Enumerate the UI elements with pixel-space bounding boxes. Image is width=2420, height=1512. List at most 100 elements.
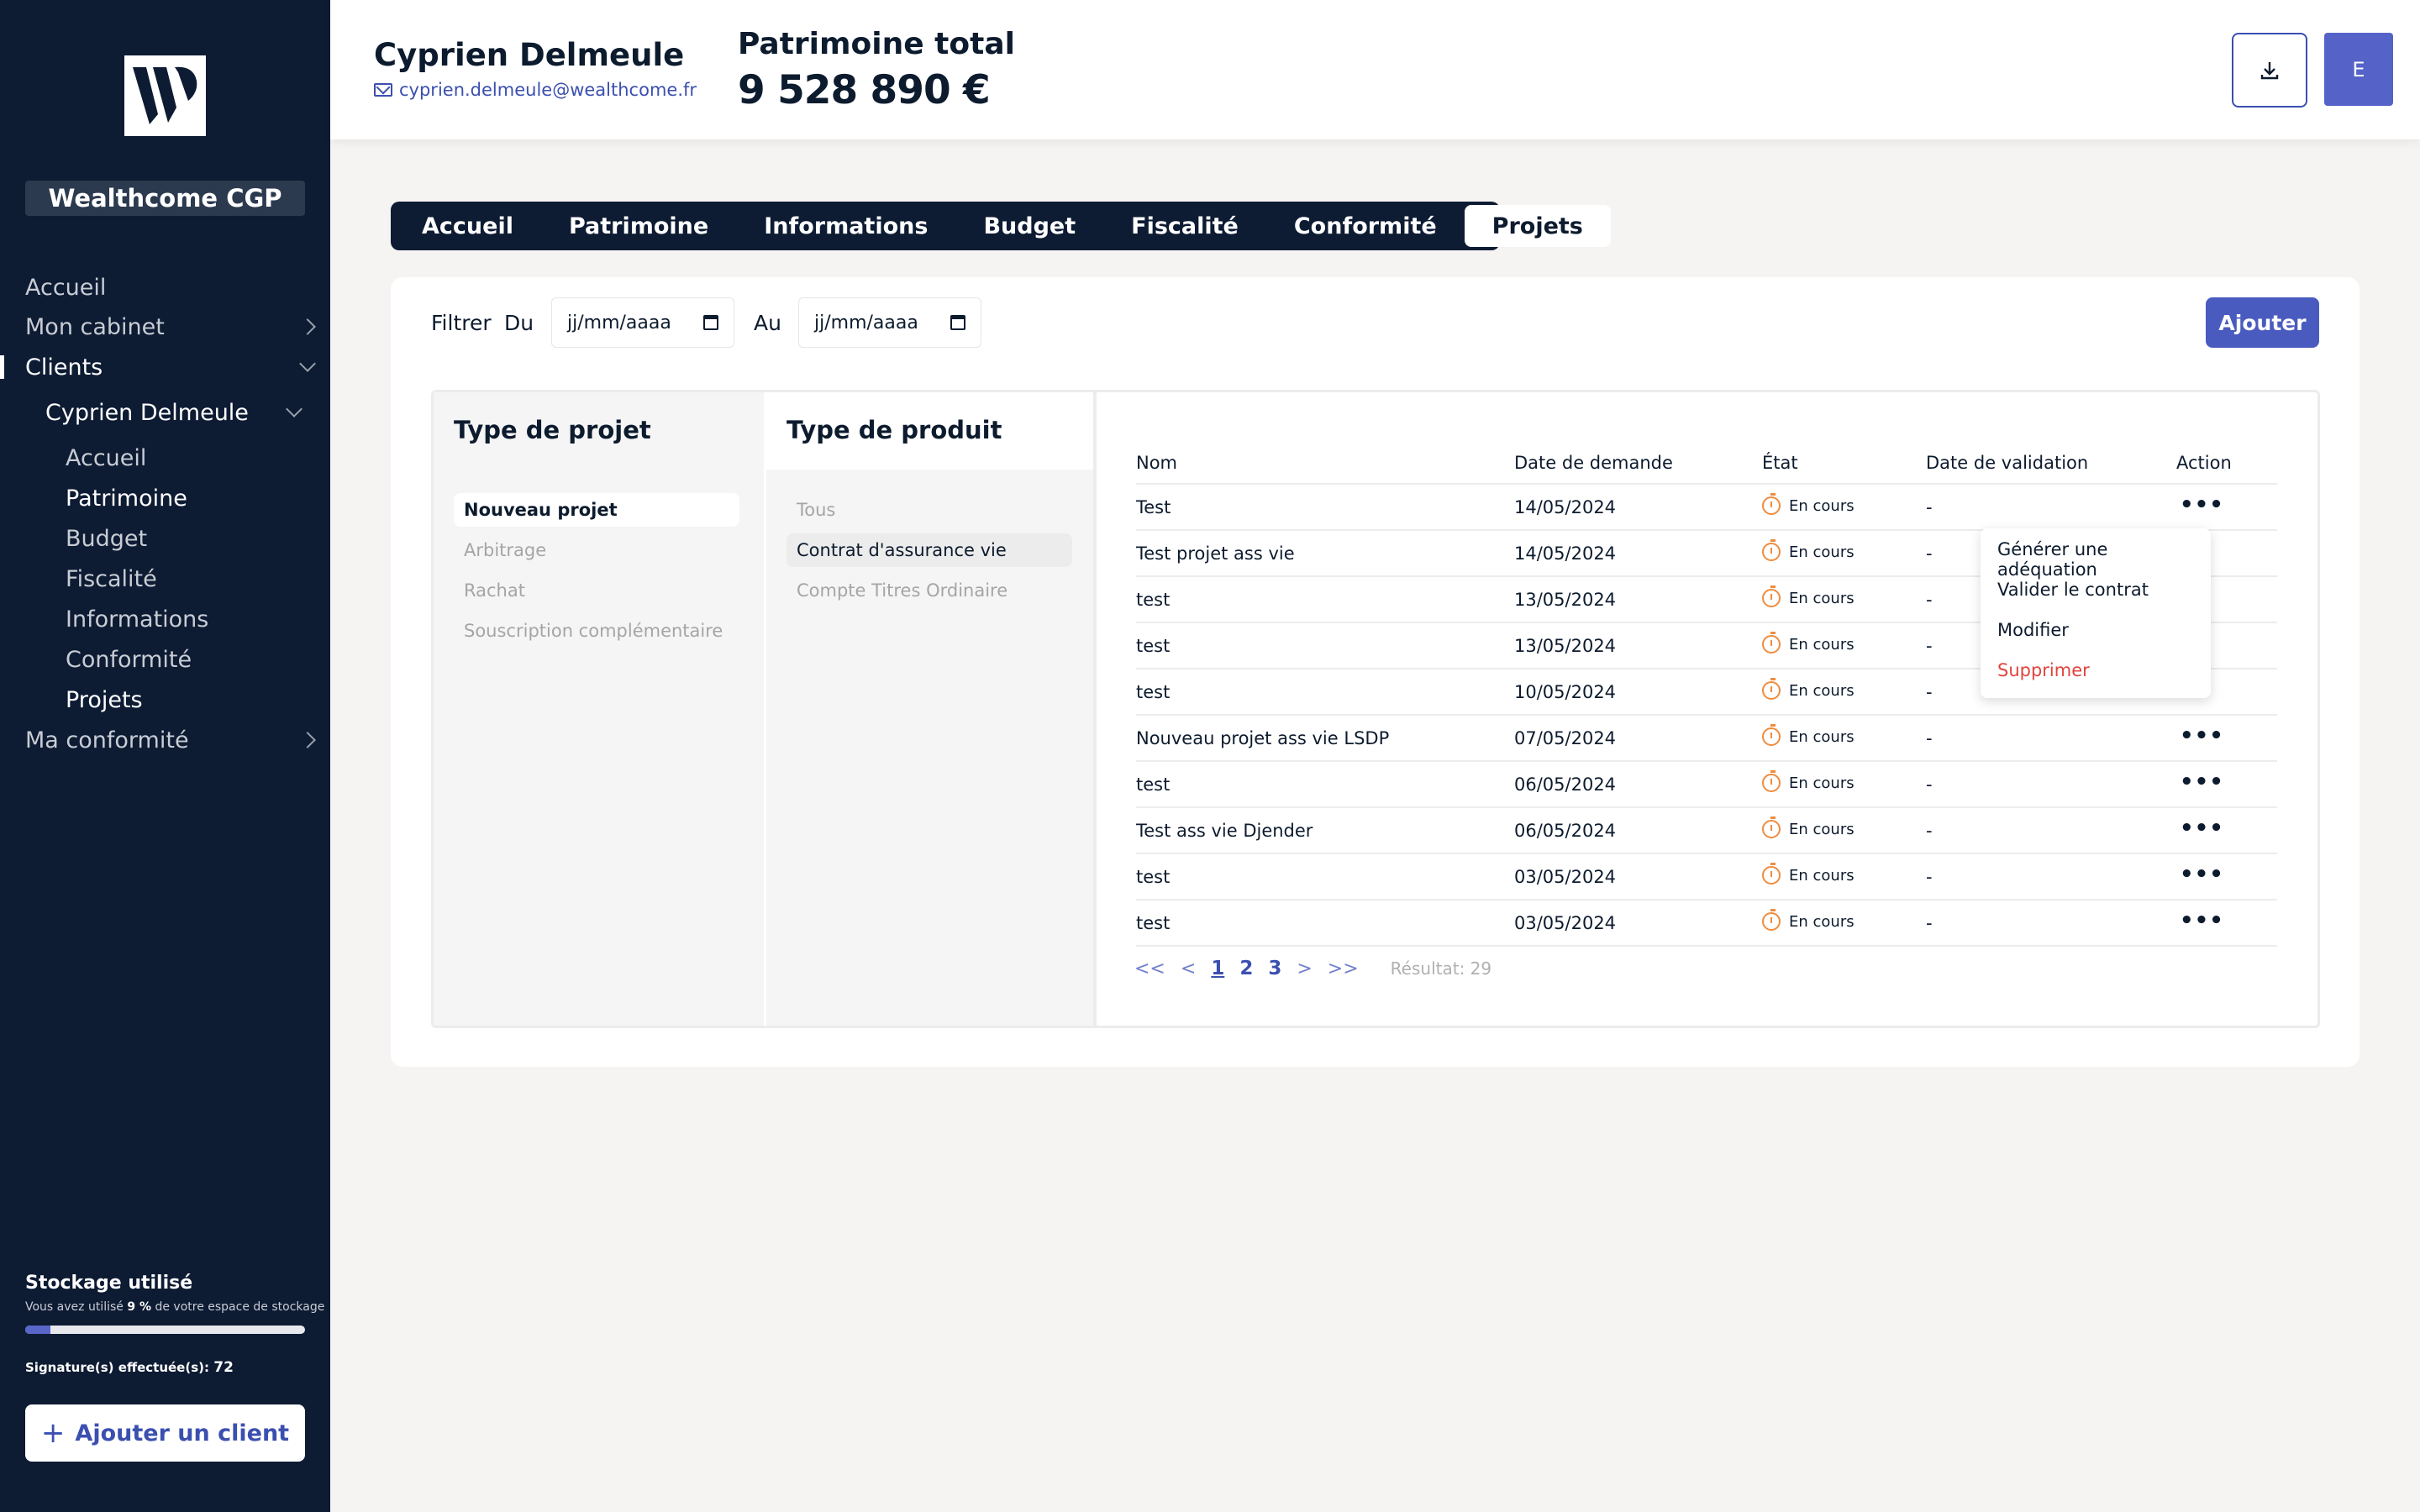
- column-divider: [1093, 392, 1097, 1026]
- project-type-option[interactable]: Arbitrage: [454, 533, 739, 567]
- column-header-date-validation: Date de validation: [1926, 453, 2089, 473]
- cell-etat: En cours: [1762, 678, 1854, 700]
- cell-etat: En cours: [1762, 863, 1854, 885]
- product-type-option[interactable]: Compte Titres Ordinaire: [786, 574, 1072, 607]
- timer-icon: [1762, 909, 1781, 931]
- project-type-option[interactable]: Souscription complémentaire: [454, 614, 739, 648]
- sidebar-subitem-informations[interactable]: Informations: [66, 602, 301, 636]
- menu-item-modifier[interactable]: Modifier: [1997, 620, 2069, 640]
- timer-icon: [1762, 816, 1781, 838]
- calendar-icon[interactable]: [950, 315, 965, 330]
- result-count: Résultat: 29: [1390, 958, 1492, 979]
- tab-fiscalite[interactable]: Fiscalité: [1103, 205, 1266, 247]
- sidebar-subitem-budget[interactable]: Budget: [66, 522, 301, 555]
- row-action-menu: Générer une adéquation Valider le contra…: [1981, 528, 2211, 698]
- cell-date-demande: 03/05/2024: [1514, 867, 1617, 887]
- user-avatar[interactable]: E: [2324, 33, 2393, 106]
- download-button[interactable]: [2232, 33, 2307, 108]
- row-actions-button[interactable]: •••: [2180, 771, 2224, 793]
- cell-date-validation: -: [1926, 867, 1933, 887]
- first-page-button[interactable]: <<: [1134, 958, 1165, 979]
- cell-date-validation: -: [1926, 728, 1933, 748]
- client-email-link[interactable]: cyprien.delmeule@wealthcome.fr: [374, 80, 697, 100]
- cell-etat: En cours: [1762, 724, 1854, 746]
- table-row: test 03/05/2024 En cours - •••: [1136, 900, 2277, 947]
- date-from-label: Du: [504, 311, 534, 335]
- table-row: test 06/05/2024 En cours - •••: [1136, 762, 2277, 808]
- timer-icon: [1762, 724, 1781, 746]
- cell-etat: En cours: [1762, 816, 1854, 838]
- row-actions-button[interactable]: •••: [2180, 725, 2224, 747]
- tab-informations[interactable]: Informations: [736, 205, 955, 247]
- row-actions-button[interactable]: •••: [2180, 910, 2224, 932]
- product-type-option[interactable]: Contrat d'assurance vie: [786, 533, 1072, 567]
- product-type-column: Type de produit Tous Contrat d'assurance…: [764, 392, 1093, 1026]
- date-from-input[interactable]: jj/mm/aaaa: [551, 297, 734, 348]
- menu-item-generer-adequation[interactable]: Générer une adéquation: [1997, 539, 2211, 580]
- cell-etat: En cours: [1762, 539, 1854, 561]
- timer-icon: [1762, 770, 1781, 792]
- last-page-button[interactable]: >>: [1328, 958, 1359, 979]
- sidebar-subitem-accueil[interactable]: Accueil: [66, 441, 301, 475]
- menu-item-supprimer[interactable]: Supprimer: [1997, 660, 2090, 680]
- column-header-action: Action: [2176, 453, 2232, 473]
- page-1-button[interactable]: 1: [1211, 958, 1224, 979]
- signatures-count: Signature(s) effectuée(s): 72: [25, 1359, 234, 1376]
- row-actions-button[interactable]: •••: [2180, 864, 2224, 885]
- wealthcome-logo[interactable]: [124, 55, 206, 136]
- add-client-button[interactable]: + Ajouter un client: [25, 1404, 305, 1462]
- menu-item-valider-contrat[interactable]: Valider le contrat: [1997, 580, 2149, 600]
- sidebar-item-client-cyprien[interactable]: Cyprien Delmeule: [45, 396, 310, 429]
- sidebar-subitem-fiscalite[interactable]: Fiscalité: [66, 562, 301, 596]
- cell-etat: En cours: [1762, 770, 1854, 792]
- active-indicator: [0, 355, 4, 379]
- project-type-option[interactable]: Rachat: [454, 574, 739, 607]
- cell-date-validation: -: [1926, 543, 1933, 564]
- add-project-button[interactable]: Ajouter: [2206, 297, 2319, 348]
- sidebar-subitem-projets[interactable]: Projets: [66, 683, 301, 717]
- project-type-option[interactable]: Nouveau projet: [454, 493, 739, 527]
- tab-conformite[interactable]: Conformité: [1266, 205, 1465, 247]
- timer-icon: [1762, 863, 1781, 885]
- sidebar-subitem-conformite[interactable]: Conformité: [66, 643, 301, 676]
- product-type-option[interactable]: Tous: [786, 493, 1072, 527]
- patrimoine-label: Patrimoine total: [738, 27, 1015, 61]
- cell-nom: test: [1136, 774, 1171, 795]
- next-page-button[interactable]: >: [1297, 958, 1312, 979]
- timer-icon: [1762, 539, 1781, 561]
- page-2-button[interactable]: 2: [1239, 958, 1253, 979]
- prev-page-button[interactable]: <: [1181, 958, 1196, 979]
- timer-icon: [1762, 678, 1781, 700]
- cell-date-validation: -: [1926, 636, 1933, 656]
- sidebar-item-clients[interactable]: Clients: [25, 350, 324, 384]
- sidebar-subitem-patrimoine[interactable]: Patrimoine: [66, 481, 301, 515]
- timer-icon: [1762, 632, 1781, 654]
- cell-nom: test: [1136, 867, 1171, 887]
- cell-nom: Test ass vie Djender: [1136, 821, 1313, 841]
- storage-progress-bar: [25, 1326, 305, 1334]
- tab-budget[interactable]: Budget: [955, 205, 1103, 247]
- chevron-down-icon: [286, 401, 302, 417]
- cell-nom: Nouveau projet ass vie LSDP: [1136, 728, 1390, 748]
- calendar-icon[interactable]: [703, 315, 718, 330]
- client-name: Cyprien Delmeule: [374, 37, 685, 73]
- storage-progress-fill: [25, 1326, 50, 1334]
- cell-etat: En cours: [1762, 632, 1854, 654]
- timer-icon: [1762, 493, 1781, 515]
- tab-accueil[interactable]: Accueil: [394, 205, 541, 247]
- tab-patrimoine[interactable]: Patrimoine: [541, 205, 736, 247]
- project-type-title: Type de projet: [434, 392, 764, 470]
- tab-projets[interactable]: Projets: [1464, 205, 1611, 247]
- cell-date-demande: 14/05/2024: [1514, 543, 1617, 564]
- page-3-button[interactable]: 3: [1268, 958, 1281, 979]
- sidebar-item-accueil[interactable]: Accueil: [25, 270, 324, 304]
- chevron-right-icon: [299, 318, 316, 335]
- table-row: Nouveau projet ass vie LSDP 07/05/2024 En …: [1136, 716, 2277, 762]
- row-actions-button[interactable]: •••: [2180, 817, 2224, 839]
- sidebar: Wealthcome CGP Accueil Mon cabinet Clien…: [0, 0, 330, 1512]
- date-to-input[interactable]: jj/mm/aaaa: [798, 297, 981, 348]
- table-row: test 03/05/2024 En cours - •••: [1136, 854, 2277, 900]
- row-actions-button[interactable]: •••: [2180, 494, 2224, 516]
- sidebar-item-ma-conformite[interactable]: Ma conformité: [25, 723, 324, 757]
- sidebar-item-mon-cabinet[interactable]: Mon cabinet: [25, 310, 324, 344]
